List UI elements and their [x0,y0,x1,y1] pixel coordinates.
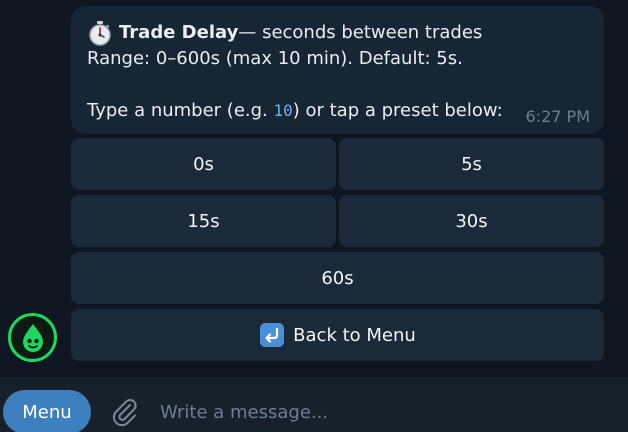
bot-message-bubble: Trade Delay — seconds between trades Ran… [71,6,604,134]
message-composer: Menu [0,376,628,432]
menu-button[interactable]: Menu [3,390,91,432]
preset-15s-button[interactable]: 15s [71,195,336,247]
message-input[interactable] [160,397,600,427]
preset-30s-button[interactable]: 30s [339,195,604,247]
prompt-example-code: 10 [273,101,293,120]
message-title-rest: — seconds between trades [238,22,483,43]
preset-60s-button[interactable]: 60s [71,252,604,304]
prompt-before: Type a number (e.g. [87,100,274,121]
stopwatch-icon [87,20,113,46]
drop-face-icon [22,323,43,352]
prompt-after: ) or tap a preset below: [292,100,503,121]
preset-0s-label: 0s [193,153,214,175]
preset-5s-label: 5s [461,153,482,175]
message-prompt-line: Type a number (e.g. 10) or tap a preset … [87,98,588,124]
preset-0s-button[interactable]: 0s [71,138,336,190]
message-title-bold: Trade Delay [119,22,239,43]
back-to-menu-label: Back to Menu [293,324,416,346]
preset-15s-label: 15s [187,210,220,232]
message-title-line: Trade Delay — seconds between trades [87,20,588,46]
paperclip-icon[interactable] [108,396,140,428]
bot-avatar[interactable] [8,313,57,362]
preset-60s-label: 60s [321,267,354,289]
chat-area: Trade Delay — seconds between trades Ran… [0,0,628,376]
message-time: 6:27 PM [525,107,590,126]
preset-5s-button[interactable]: 5s [339,138,604,190]
menu-button-label: Menu [22,401,72,423]
back-to-menu-button[interactable]: Back to Menu [71,309,604,361]
preset-30s-label: 30s [455,210,488,232]
message-range-line: Range: 0–600s (max 10 min). Default: 5s. [87,48,463,69]
return-arrow-icon [259,322,285,348]
